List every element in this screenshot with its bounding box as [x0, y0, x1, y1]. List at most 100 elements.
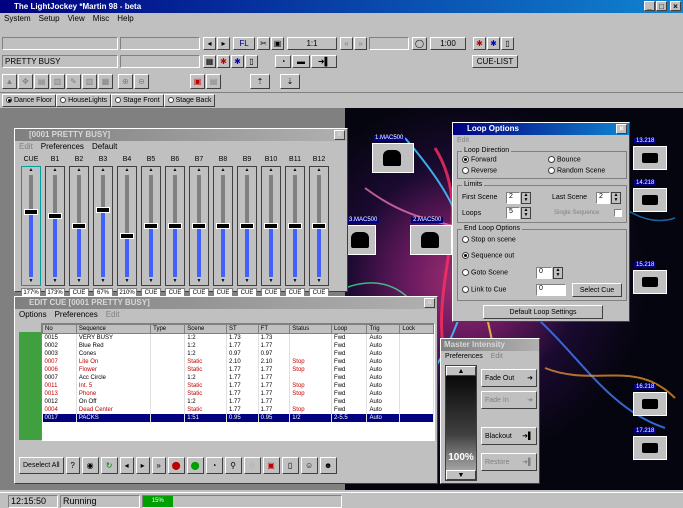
- fader-slider[interactable]: ▲ ▼: [261, 166, 281, 286]
- edit-cue-menu-edit[interactable]: Edit: [106, 309, 120, 320]
- fade-out-button[interactable]: Fade Out ➜: [481, 369, 537, 387]
- cue-slot-1[interactable]: [2, 37, 118, 50]
- loops-spinner[interactable]: ▲ ▼: [521, 207, 531, 219]
- table-row[interactable]: 0002 Blue Red 1:2 1.77 1.77 Fwd Auto: [42, 341, 434, 350]
- fader-up-icon[interactable]: ▲: [22, 167, 40, 174]
- radio-link-to-cue[interactable]: Link to Cue: [462, 286, 506, 293]
- tool-edit-icon[interactable]: ✎: [66, 74, 81, 89]
- star-icon[interactable]: ✱: [473, 37, 486, 50]
- cell-lock[interactable]: [399, 373, 434, 382]
- column-header[interactable]: Loop: [331, 324, 368, 334]
- tool-align-icon[interactable]: ▲: [2, 74, 17, 89]
- column-header[interactable]: Trig: [366, 324, 401, 334]
- stop-icon[interactable]: ⬤: [167, 456, 185, 474]
- tool-bars-icon[interactable]: ▥: [82, 74, 97, 89]
- star-blue-2-icon[interactable]: ✱: [231, 55, 244, 68]
- loop-icon[interactable]: ↻: [100, 456, 118, 474]
- delete-red-icon[interactable]: ▣: [262, 456, 280, 474]
- tool-grid-icon[interactable]: ▤: [34, 74, 49, 89]
- fader-slider[interactable]: ▲ ▼: [237, 166, 257, 286]
- cue-slot-3[interactable]: [120, 55, 200, 68]
- fixture-1[interactable]: 1.MAC500: [372, 135, 414, 173]
- info-icon[interactable]: ?: [65, 456, 80, 474]
- column-header[interactable]: FT: [257, 324, 291, 334]
- fader-slider[interactable]: ▲ ▼: [21, 166, 41, 286]
- fader-down-icon[interactable]: ▼: [286, 278, 304, 285]
- fader-up-icon[interactable]: ▲: [238, 167, 256, 174]
- intensity-up-icon[interactable]: ▲: [446, 366, 476, 376]
- column-header[interactable]: Type: [150, 324, 186, 334]
- time-field[interactable]: [369, 37, 409, 50]
- fader-up-icon[interactable]: ▲: [190, 167, 208, 174]
- radio-stop-on-scene[interactable]: Stop on scene: [462, 236, 516, 243]
- fader-down-icon[interactable]: ▼: [118, 278, 136, 285]
- fader-slider[interactable]: ▲ ▼: [309, 166, 329, 286]
- fader-down-icon[interactable]: ▼: [310, 278, 328, 285]
- clock-icon[interactable]: ◯: [412, 37, 427, 50]
- fader-slider[interactable]: ▲ ▼: [141, 166, 161, 286]
- fader-slider[interactable]: ▲ ▼: [93, 166, 113, 286]
- cell-lock[interactable]: [399, 381, 434, 390]
- prev-icon[interactable]: ◂: [203, 37, 216, 50]
- menu-system[interactable]: System: [4, 13, 31, 24]
- radio-sequence-out[interactable]: Sequence out: [462, 252, 514, 259]
- page-3-icon[interactable]: ▯: [281, 456, 299, 474]
- people-2-icon[interactable]: ☻: [319, 456, 337, 474]
- fader-slider[interactable]: ▲ ▼: [213, 166, 233, 286]
- tool-list-icon[interactable]: ▥: [50, 74, 65, 89]
- fader-up-icon[interactable]: ▲: [166, 167, 184, 174]
- people-icon[interactable]: ☺: [300, 456, 318, 474]
- edit-cue-menu-options[interactable]: Options: [19, 309, 47, 320]
- grid-icon[interactable]: ▦: [203, 55, 216, 68]
- loops-input[interactable]: 5: [506, 207, 520, 219]
- first-scene-input[interactable]: 2: [506, 192, 520, 204]
- edit-cue-close-button[interactable]: ×: [424, 298, 435, 308]
- intensity-down-icon[interactable]: ▼: [446, 470, 476, 480]
- cell-lock[interactable]: [399, 341, 434, 350]
- fader-slider[interactable]: ▲ ▼: [165, 166, 185, 286]
- fader-slider[interactable]: ▲ ▼: [69, 166, 89, 286]
- fixture-4[interactable]: 13.218: [633, 138, 667, 170]
- tool-up-icon[interactable]: ⇡: [250, 74, 270, 89]
- cell-lock[interactable]: [399, 357, 434, 366]
- cue-slot-2[interactable]: [120, 37, 200, 50]
- fader-down-icon[interactable]: ▼: [70, 278, 88, 285]
- fader-knob[interactable]: [168, 223, 182, 229]
- fader-down-icon[interactable]: ▼: [214, 278, 232, 285]
- fixture-6[interactable]: 15.218: [633, 262, 667, 294]
- fixture-7[interactable]: 16.218: [633, 384, 667, 416]
- go-icon[interactable]: ➜▌: [311, 55, 337, 68]
- tool-down-icon[interactable]: ⇣: [280, 74, 300, 89]
- star-blue-icon[interactable]: ✱: [487, 37, 500, 50]
- table-row[interactable]: 0003 Cones 1:2 0.97 0.97 Fwd Auto: [42, 349, 434, 358]
- menu-help[interactable]: Help: [117, 13, 133, 24]
- intensity-slider[interactable]: ▲ 100% ▼: [445, 365, 477, 481]
- fader-up-icon[interactable]: ▲: [94, 167, 112, 174]
- fader-slider[interactable]: ▲ ▼: [117, 166, 137, 286]
- faders-close-button[interactable]: ×: [334, 130, 345, 140]
- column-header[interactable]: ST: [226, 324, 259, 334]
- table-row[interactable]: 0007 Acc Circle 1:2 1.77 1.77 Fwd Auto: [42, 373, 434, 382]
- fader-down-icon[interactable]: ▼: [190, 278, 208, 285]
- column-header[interactable]: Scene: [184, 324, 228, 334]
- slider-icon[interactable]: ▬: [292, 55, 310, 68]
- next-icon[interactable]: ▸: [217, 37, 230, 50]
- link-cue-input[interactable]: 0: [536, 284, 566, 296]
- master-menu-edit[interactable]: Edit: [491, 351, 503, 362]
- fixture-5[interactable]: 14.218: [633, 180, 667, 212]
- timer-2-icon[interactable]: ◔: [205, 456, 223, 474]
- tab-stage-front[interactable]: Stage Front: [111, 94, 164, 107]
- off-icon[interactable]: ◌: [243, 456, 261, 474]
- scene-icon[interactable]: FL: [233, 37, 255, 50]
- tool-zoom-icon[interactable]: ⊕: [118, 74, 133, 89]
- loop-close-button[interactable]: ×: [616, 124, 627, 134]
- cell-lock[interactable]: [399, 365, 434, 374]
- deselect-all-button[interactable]: Deselect All: [19, 456, 64, 474]
- fader-slider[interactable]: ▲ ▼: [45, 166, 65, 286]
- fader-down-icon[interactable]: ▼: [94, 278, 112, 285]
- fader-knob[interactable]: [264, 223, 278, 229]
- faders-menu-edit[interactable]: Edit: [19, 141, 33, 152]
- fade-in-button[interactable]: Fade In ➜: [481, 391, 537, 409]
- wand-icon[interactable]: ⚲: [224, 456, 242, 474]
- faders-menu-default[interactable]: Default: [92, 141, 117, 152]
